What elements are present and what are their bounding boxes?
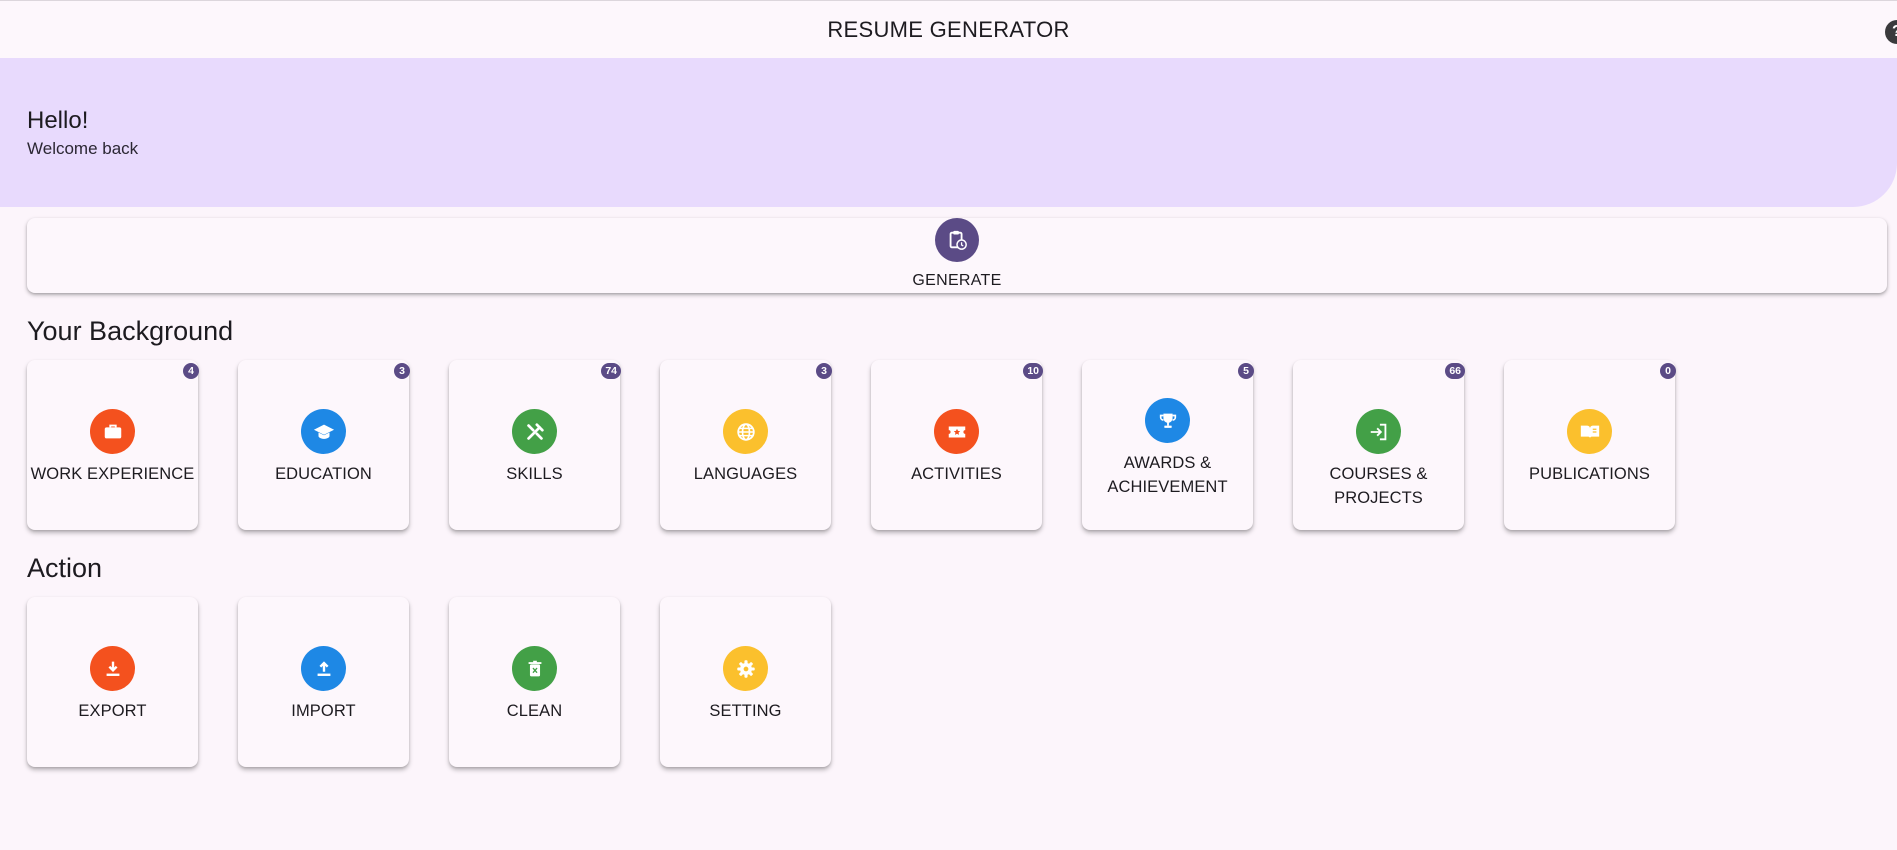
export-tile[interactable]: EXPORT xyxy=(27,597,198,767)
courses-projects-tile[interactable]: 66 COURSES & PROJECTS xyxy=(1293,360,1465,530)
import-tile[interactable]: IMPORT xyxy=(238,597,409,767)
tile-label: SKILLS xyxy=(506,465,563,483)
greeting-title: Hello! xyxy=(27,107,89,134)
download-icon xyxy=(90,646,135,691)
tile-label: ACTIVITIES xyxy=(911,465,1002,483)
count-badge: 3 xyxy=(394,363,410,379)
count-badge: 5 xyxy=(1238,363,1254,379)
tile-label: PUBLICATIONS xyxy=(1528,465,1650,483)
tile-label: IMPORT xyxy=(291,702,356,720)
education-tile[interactable]: 3 EDUCATION xyxy=(238,360,410,530)
tile-label: EDUCATION xyxy=(275,465,372,483)
app-title: RESUME GENERATOR xyxy=(827,17,1070,42)
trophy-icon xyxy=(1145,398,1190,443)
tile-label: AWARDS & ACHIEVEMENT xyxy=(1082,451,1253,499)
languages-tile[interactable]: 3 LANGUAGES xyxy=(660,360,832,530)
clean-tile[interactable]: CLEAN xyxy=(449,597,620,767)
app-bar: RESUME GENERATOR ? xyxy=(0,0,1897,58)
count-badge: 74 xyxy=(601,363,621,379)
count-badge: 3 xyxy=(816,363,832,379)
setting-tile[interactable]: SETTING xyxy=(660,597,831,767)
gear-icon xyxy=(723,646,768,691)
greeting-header: Hello! Welcome back xyxy=(0,58,1897,207)
tile-label-line1: AWARDS & xyxy=(1123,454,1212,472)
clipboard-clock-icon xyxy=(935,218,979,262)
upload-icon xyxy=(301,646,346,691)
count-badge: 66 xyxy=(1445,363,1465,379)
tile-label-line2: ACHIEVEMENT xyxy=(1107,478,1228,496)
action-section-title: Action xyxy=(27,553,103,583)
briefcase-icon xyxy=(90,409,135,454)
open-book-icon xyxy=(1567,409,1612,454)
background-section-title: Your Background xyxy=(27,316,234,346)
globe-icon xyxy=(723,409,768,454)
generate-label: GENERATE xyxy=(912,272,1002,289)
ticket-star-icon xyxy=(934,409,979,454)
activities-tile[interactable]: 10 ACTIVITIES xyxy=(871,360,1043,530)
graduation-cap-icon xyxy=(301,409,346,454)
count-badge: 0 xyxy=(1660,363,1676,379)
skills-tile[interactable]: 74 SKILLS xyxy=(449,360,621,530)
tile-label: WORK EXPERIENCE xyxy=(30,465,195,483)
tile-label: LANGUAGES xyxy=(693,465,798,483)
publications-tile[interactable]: 0 PUBLICATIONS xyxy=(1504,360,1676,530)
tile-label: EXPORT xyxy=(78,702,147,720)
awards-tile[interactable]: 5 AWARDS & ACHIEVEMENT xyxy=(1082,360,1254,530)
count-badge: 10 xyxy=(1023,363,1043,379)
work-experience-tile[interactable]: 4 WORK EXPERIENCE xyxy=(27,360,199,530)
greeting-subtitle: Welcome back xyxy=(27,139,139,158)
delete-icon xyxy=(512,646,557,691)
count-badge: 4 xyxy=(183,363,199,379)
tile-label: CLEAN xyxy=(506,702,563,720)
tools-icon xyxy=(512,409,557,454)
tile-label: SETTING xyxy=(709,702,782,720)
tile-label: COURSES & PROJECTS xyxy=(1329,465,1428,507)
login-arrow-icon xyxy=(1356,409,1401,454)
generate-button[interactable]: GENERATE xyxy=(27,218,1887,293)
